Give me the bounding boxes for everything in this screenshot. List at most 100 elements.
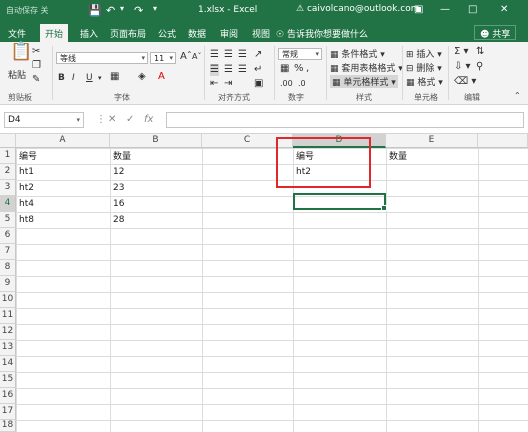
align-center-icon[interactable]: ☰ [224, 64, 233, 76]
paste-button[interactable]: 粘贴 [8, 68, 26, 81]
format-cells-button[interactable]: ▦ 格式 ▾ [406, 75, 443, 88]
row-header-13[interactable]: 13 [0, 340, 16, 356]
merge-center-icon[interactable]: ▣ [254, 78, 263, 90]
align-left-icon[interactable]: ☰ [210, 64, 219, 76]
undo-dropdown-icon[interactable]: ▾ [120, 4, 124, 13]
increase-decimal-icon[interactable]: .00 [280, 78, 293, 90]
clear-icon[interactable]: ⌫ ▾ [454, 76, 476, 88]
row-header-17[interactable]: 17 [0, 404, 16, 420]
align-right-icon[interactable]: ☰ [238, 64, 247, 76]
tell-me-search[interactable]: ☉ 告诉我你想要做什么 [276, 27, 368, 40]
italic-button[interactable]: I [72, 73, 75, 83]
row-header-4[interactable]: 4 [0, 196, 16, 212]
row-header-6[interactable]: 6 [0, 228, 16, 244]
ribbon-display-icon[interactable]: ▣ [414, 4, 423, 15]
collapse-ribbon-icon[interactable]: ⌃ [514, 90, 521, 102]
accounting-icon[interactable]: ▦ [280, 63, 289, 75]
decrease-decimal-icon[interactable]: .0 [298, 78, 306, 90]
row-header-14[interactable]: 14 [0, 356, 16, 372]
enter-icon[interactable]: ✓ [126, 114, 134, 125]
fill-icon[interactable]: ⇩ ▾ [454, 61, 471, 73]
cell-b5[interactable]: 28 [111, 214, 124, 227]
conditional-formatting-button[interactable]: ▦ 条件格式 ▾ [330, 47, 385, 60]
tab-file[interactable]: 文件 [8, 27, 26, 40]
worksheet-grid[interactable] [16, 148, 528, 432]
format-as-table-button[interactable]: ▦ 套用表格格式 ▾ [330, 61, 403, 74]
find-select-icon[interactable]: ⚲ [476, 61, 483, 73]
row-header-11[interactable]: 11 [0, 308, 16, 324]
percent-icon[interactable]: % [294, 63, 304, 75]
row-header-15[interactable]: 15 [0, 372, 16, 388]
underline-button[interactable]: U [86, 73, 93, 83]
align-bottom-icon[interactable]: ☰ [238, 49, 247, 61]
align-top-icon[interactable]: ☰ [210, 49, 219, 61]
tab-page-layout[interactable]: 页面布局 [110, 27, 146, 40]
decrease-indent-icon[interactable]: ⇤ [210, 78, 218, 90]
minimize-icon[interactable]: — [440, 4, 450, 15]
autosum-icon[interactable]: Σ ▾ [454, 46, 469, 58]
customize-toolbar-icon[interactable]: ▾ [153, 4, 157, 13]
maximize-icon[interactable]: □ [468, 4, 477, 15]
cell-a2[interactable]: ht1 [17, 166, 34, 179]
cell-b4[interactable]: 16 [111, 198, 124, 211]
border-icon[interactable]: ▦ [110, 71, 119, 83]
tab-insert[interactable]: 插入 [80, 27, 98, 40]
column-header-e[interactable]: E [386, 134, 478, 148]
increase-font-icon[interactable]: Aˆ [180, 51, 192, 63]
cell-styles-button[interactable]: ▦ 单元格样式 ▾ [330, 75, 398, 88]
delete-cells-button[interactable]: ⊟ 删除 ▾ [406, 61, 442, 74]
cancel-icon[interactable]: ✕ [108, 114, 116, 125]
cell-a4[interactable]: ht4 [17, 198, 34, 211]
row-header-1[interactable]: 1 [0, 148, 16, 164]
row-header-9[interactable]: 9 [0, 276, 16, 292]
decrease-font-icon[interactable]: Aˇ [192, 51, 201, 63]
sort-filter-icon[interactable]: ⇅ [476, 46, 484, 58]
chevron-down-icon[interactable]: ▾ [98, 72, 102, 84]
font-name-select[interactable]: 等线 ▾ [56, 52, 148, 64]
row-header-5[interactable]: 5 [0, 212, 16, 228]
undo-icon[interactable]: ↶ [106, 4, 115, 17]
bold-button[interactable]: B [58, 73, 65, 83]
column-header-f[interactable] [478, 134, 528, 148]
redo-icon[interactable]: ↷ [134, 4, 143, 17]
format-painter-icon[interactable]: ✎ [32, 74, 40, 86]
paste-icon[interactable]: 📋 [10, 43, 32, 61]
active-cell-d4[interactable] [293, 193, 387, 211]
comma-style-icon[interactable]: , [306, 63, 309, 75]
fill-handle[interactable] [381, 205, 387, 211]
cell-a3[interactable]: ht2 [17, 182, 34, 195]
cell-b2[interactable]: 12 [111, 166, 124, 179]
tab-view[interactable]: 视图 [252, 27, 270, 40]
font-size-select[interactable]: 11 ▾ [150, 52, 176, 64]
number-format-select[interactable]: 常规 ▾ [278, 48, 322, 60]
column-header-b[interactable]: B [110, 134, 202, 148]
cell-b1[interactable]: 数量 [111, 151, 131, 164]
row-header-16[interactable]: 16 [0, 388, 16, 404]
row-header-3[interactable]: 3 [0, 180, 16, 196]
formula-input[interactable] [166, 112, 524, 128]
align-middle-icon[interactable]: ☰ [224, 49, 233, 61]
account[interactable]: ⚠ caivolcano@outlook.com [296, 4, 419, 14]
row-header-10[interactable]: 10 [0, 292, 16, 308]
tab-data[interactable]: 数据 [188, 27, 206, 40]
font-color-icon[interactable]: A [158, 71, 165, 83]
tab-formulas[interactable]: 公式 [158, 27, 176, 40]
row-header-18[interactable]: 18 [0, 420, 16, 432]
save-icon[interactable]: 💾 [88, 4, 102, 17]
close-icon[interactable]: ✕ [500, 4, 508, 15]
row-header-12[interactable]: 12 [0, 324, 16, 340]
select-all-corner[interactable] [0, 134, 16, 148]
name-box[interactable]: D4 ▾ [4, 112, 84, 128]
cell-e1[interactable]: 数量 [387, 151, 407, 164]
tab-home[interactable]: 开始 [40, 24, 69, 42]
copy-icon[interactable]: ❐ [32, 60, 41, 72]
increase-indent-icon[interactable]: ⇥ [224, 78, 232, 90]
share-button[interactable]: ☻ 共享 [474, 25, 517, 40]
orientation-icon[interactable]: ↗ [254, 49, 262, 61]
row-header-7[interactable]: 7 [0, 244, 16, 260]
insert-function-button[interactable]: fx [144, 114, 153, 125]
cell-b3[interactable]: 23 [111, 182, 124, 195]
wrap-text-icon[interactable]: ↵ [254, 64, 262, 76]
tab-review[interactable]: 审阅 [220, 27, 238, 40]
fill-color-icon[interactable]: ◈ [138, 71, 146, 83]
